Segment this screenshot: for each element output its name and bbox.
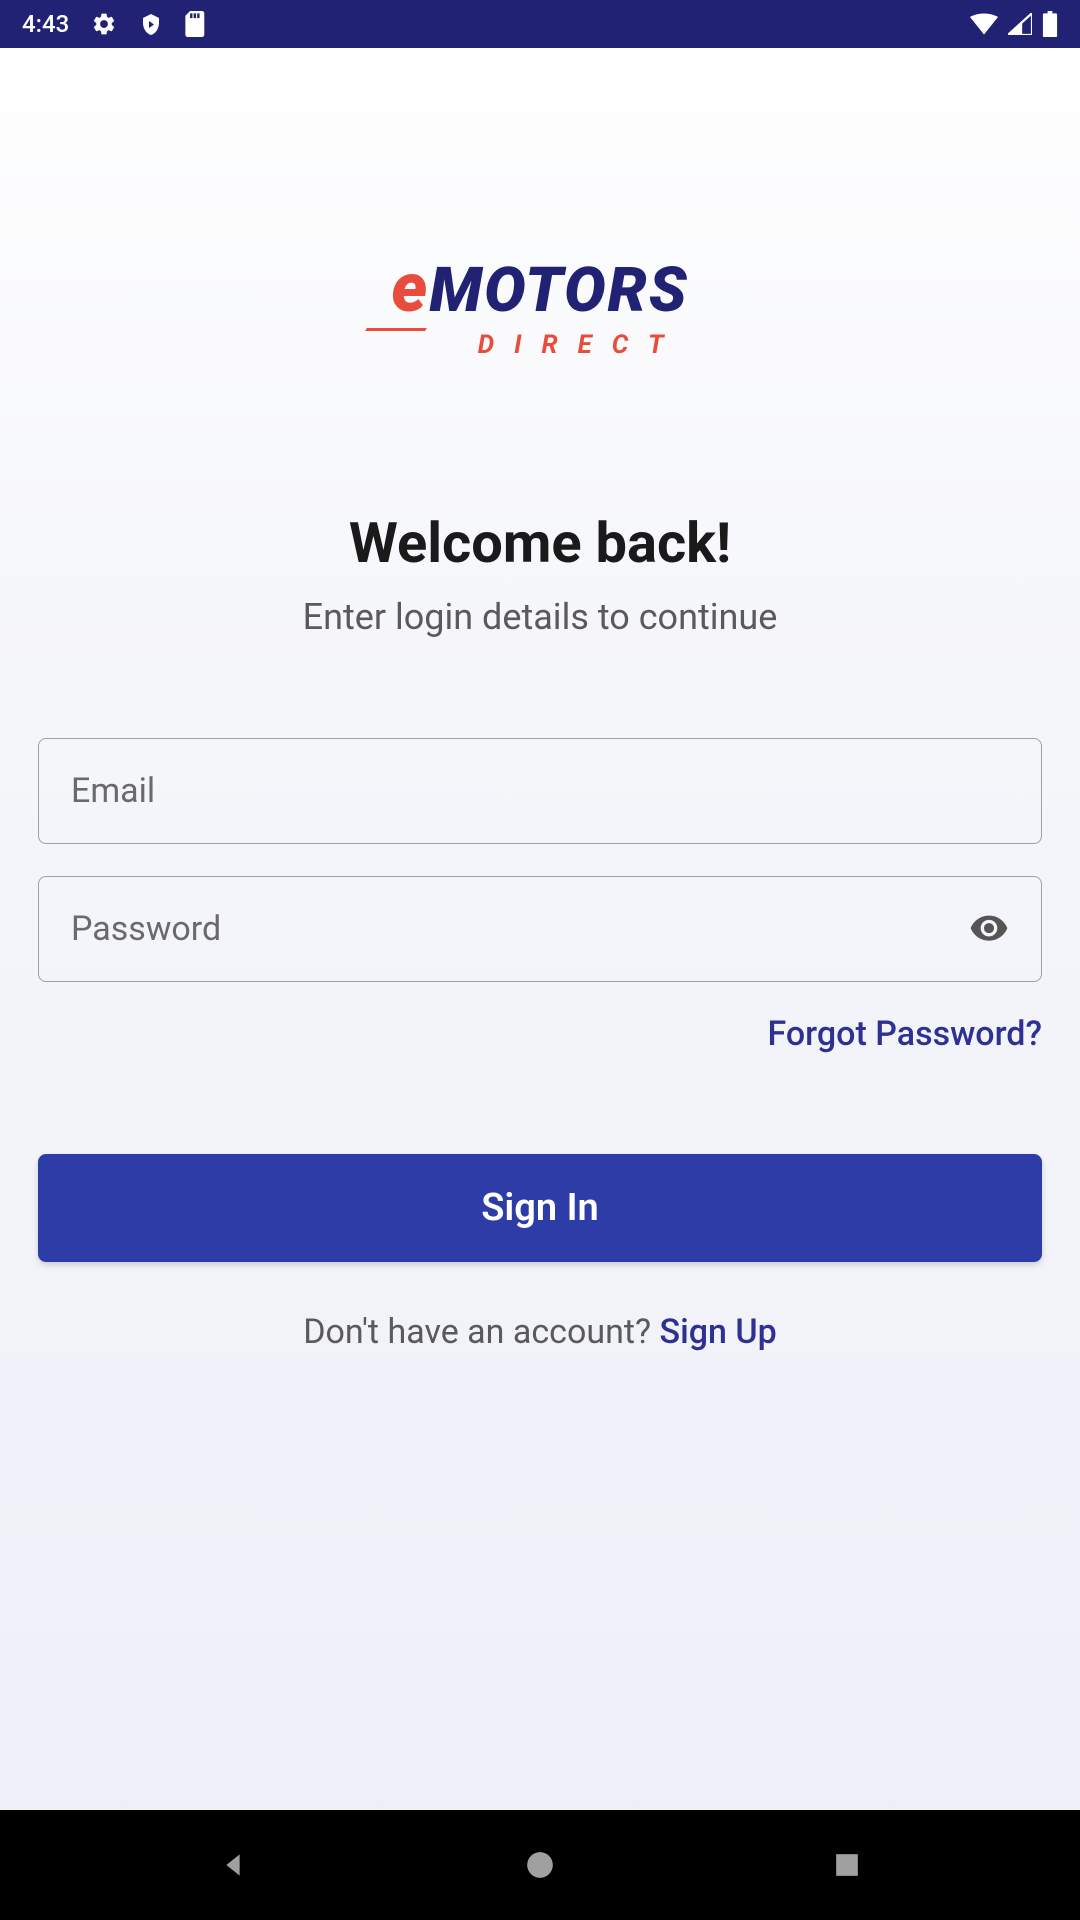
- logo-prefix: e: [391, 248, 425, 328]
- logo-main-text: MOTORS: [429, 254, 688, 327]
- email-field[interactable]: [71, 771, 1009, 811]
- settings-icon: [91, 11, 117, 37]
- status-left: 4:43: [22, 10, 207, 38]
- login-form: Forgot Password? Sign In Don't have an a…: [38, 738, 1042, 1352]
- battery-icon: [1042, 11, 1058, 37]
- logo-sub-text: DIRECT: [478, 330, 684, 360]
- signal-icon: [1008, 13, 1032, 35]
- navigation-bar: [0, 1810, 1080, 1920]
- shield-icon: [139, 12, 163, 36]
- back-button[interactable]: [208, 1840, 258, 1890]
- password-visibility-toggle-icon[interactable]: [969, 914, 1009, 944]
- page-title: Welcome back!: [38, 510, 1042, 576]
- status-time: 4:43: [22, 10, 69, 38]
- password-field-wrapper: [38, 876, 1042, 982]
- forgot-password-wrapper: Forgot Password?: [38, 1014, 1042, 1054]
- logo: e MOTORS DIRECT: [38, 248, 1042, 360]
- home-button[interactable]: [515, 1840, 565, 1890]
- signup-section: Don't have an account? Sign Up: [38, 1312, 1042, 1352]
- main-content: e MOTORS DIRECT Welcome back! Enter logi…: [0, 48, 1080, 1810]
- forgot-password-link[interactable]: Forgot Password?: [768, 1014, 1042, 1054]
- signup-prompt: Don't have an account?: [303, 1312, 659, 1352]
- status-bar: 4:43: [0, 0, 1080, 48]
- sd-card-icon: [185, 11, 207, 37]
- page-subtitle: Enter login details to continue: [38, 596, 1042, 638]
- signin-button[interactable]: Sign In: [38, 1154, 1042, 1262]
- welcome-section: Welcome back! Enter login details to con…: [38, 510, 1042, 638]
- status-right: [970, 11, 1058, 37]
- signup-link[interactable]: Sign Up: [660, 1312, 777, 1352]
- password-field[interactable]: [71, 909, 1009, 949]
- wifi-icon: [970, 13, 998, 35]
- recents-button[interactable]: [822, 1840, 872, 1890]
- email-field-wrapper: [38, 738, 1042, 844]
